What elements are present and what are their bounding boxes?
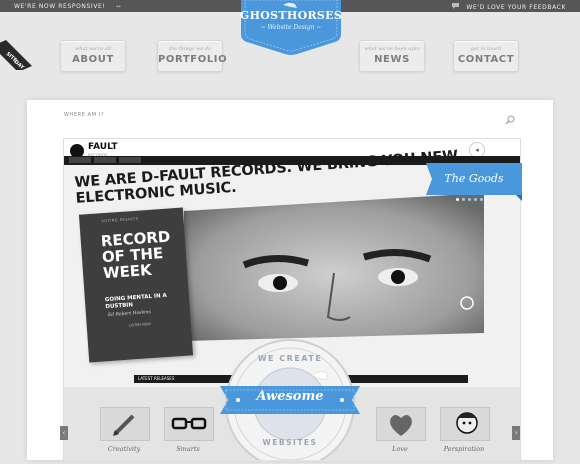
service-label-love: Love — [392, 445, 408, 453]
pencil-icon — [100, 407, 150, 441]
nav-news-button[interactable]: what we've been upto NEWS — [359, 40, 425, 72]
speech-bubble-icon — [451, 3, 462, 11]
nav-about-label: ABOUT — [72, 54, 114, 65]
record-track: GOING MENTAL IN A DUSTBIN — [104, 292, 167, 311]
heart-icon — [376, 407, 426, 441]
nav-portfolio-hint: the things we do — [168, 46, 212, 52]
service-label-creativity: Creativity — [107, 445, 141, 453]
resize-arrow-icon: ↔ — [115, 3, 122, 10]
screenshot-brand: FAULT — [88, 142, 118, 152]
nav-news-hint: what we've been upto — [364, 46, 420, 52]
record-artist: Ed Robert Hoskins — [107, 310, 152, 319]
carousel-dot[interactable] — [456, 198, 459, 201]
carousel-dot[interactable] — [480, 198, 483, 201]
nav-portfolio-label: PORTFOLIO — [158, 54, 228, 65]
responsive-notice[interactable]: WE'RE NOW RESPONSIVE! ↔ — [14, 3, 122, 10]
carousel-dots[interactable] — [456, 186, 486, 205]
voting-label: VOTING RESULTS — [101, 216, 139, 224]
nav-about-button[interactable]: what we're all ABOUT — [60, 40, 126, 72]
carousel-dot[interactable] — [468, 198, 471, 201]
service-label-smarts: Smarts — [176, 445, 200, 453]
carousel-next-button[interactable]: › — [512, 426, 520, 440]
responsive-notice-text: WE'RE NOW RESPONSIVE! — [14, 3, 106, 10]
glasses-icon — [164, 407, 214, 441]
record-of-the-week-card: VOTING RESULTS RECORD OF THE WEEK GOING … — [78, 207, 194, 363]
nav-portfolio-button[interactable]: the things we do PORTFOLIO — [157, 40, 228, 72]
carousel-dot[interactable] — [462, 198, 465, 201]
feedback-link[interactable]: WE'D LOVE YOUR FEEDBACK — [451, 3, 566, 11]
site-of-the-day-ribbon: SITE DAY — [0, 40, 32, 72]
nav-news-label: NEWS — [374, 54, 410, 65]
nav-contact-button[interactable]: get in touch CONTACT — [453, 40, 519, 72]
record-title: RECORD OF THE WEEK — [100, 227, 171, 283]
sweating-man-icon — [440, 407, 490, 441]
face-photo — [184, 193, 484, 341]
the-goods-label: The Goods — [444, 172, 504, 185]
ghosthorses-logo[interactable]: GHOSTHORSES ~ Website Design ~ — [239, 0, 343, 56]
nav-contact-hint: get in touch — [470, 46, 502, 52]
we-create-awesome-websites-badge: WE CREATE Awesome WEBSITES — [220, 334, 360, 464]
badge-bottom-text: WEBSITES — [262, 438, 318, 447]
search-icon[interactable] — [505, 110, 515, 129]
service-label-perspiration: Perspiration — [443, 445, 485, 453]
nav-about-hint: what we're all — [75, 46, 111, 52]
nav-contact-label: CONTACT — [457, 54, 515, 65]
breadcrumb: WHERE AM I? — [64, 112, 105, 118]
carousel-prev-button[interactable]: ‹ — [60, 426, 68, 440]
logo-subtitle: ~ Website Design ~ — [260, 24, 322, 31]
the-goods-banner[interactable]: The Goods — [426, 163, 522, 201]
logo-title: GHOSTHORSES — [239, 9, 343, 22]
feedback-text: WE'D LOVE YOUR FEEDBACK — [466, 4, 566, 11]
badge-middle-text: Awesome — [256, 389, 324, 404]
carousel-dot[interactable] — [474, 198, 477, 201]
badge-top-text: WE CREATE — [257, 354, 323, 363]
listen-now-link: LISTEN NOW — [128, 322, 152, 328]
